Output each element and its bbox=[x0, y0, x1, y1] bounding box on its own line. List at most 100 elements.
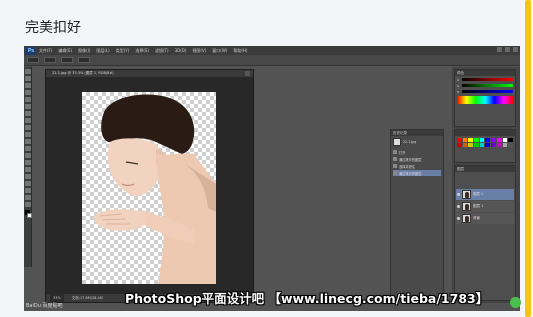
history-item-selected[interactable]: 通过拷贝的图层 bbox=[393, 170, 441, 176]
swatch-grid[interactable] bbox=[457, 138, 513, 147]
document-info: 文档:17.6M/28.4M bbox=[71, 296, 103, 300]
menu-item-type[interactable]: 类型(Y) bbox=[116, 48, 130, 54]
history-state-icon bbox=[393, 150, 397, 154]
color-panel: 颜色 R G B bbox=[454, 69, 516, 127]
menu-item-layer[interactable]: 图层(L) bbox=[96, 48, 109, 54]
photoshop-logo-icon: Ps bbox=[26, 46, 36, 55]
path-select-tool-icon[interactable] bbox=[25, 181, 31, 186]
background-color-swatch[interactable] bbox=[27, 213, 32, 218]
layer-thumbnail bbox=[462, 202, 471, 211]
eye-icon[interactable] bbox=[457, 217, 460, 220]
lasso-tool-icon[interactable] bbox=[25, 83, 31, 88]
snapshot-label: 22-1.jpg bbox=[403, 140, 417, 144]
channel-label: G bbox=[457, 83, 460, 88]
menu-item-edit[interactable]: 编辑(E) bbox=[58, 48, 72, 54]
layer-row[interactable]: 图层 1 bbox=[456, 201, 514, 212]
watermark-text: PhotoShop平面设计吧 【www.linecg.com/tieba/178… bbox=[125, 291, 489, 306]
minimize-icon[interactable] bbox=[497, 47, 502, 52]
blur-tool-icon[interactable] bbox=[25, 153, 31, 158]
blue-slider[interactable]: B bbox=[457, 89, 513, 94]
floating-action-button[interactable] bbox=[510, 297, 521, 308]
history-state-icon bbox=[393, 164, 397, 168]
menu-item-file[interactable]: 文件(F) bbox=[39, 48, 52, 54]
menu-item-3d[interactable]: 3D(D) bbox=[175, 48, 187, 53]
layer-name: 背景 bbox=[473, 216, 480, 220]
scrollbar-thumb[interactable] bbox=[525, 0, 531, 317]
right-panel-dock: 颜色 R G B 图层 图层 2 图层 1 背景 bbox=[452, 67, 520, 303]
history-item-label: 选择并遮住 bbox=[399, 164, 415, 169]
channel-label: B bbox=[457, 89, 460, 94]
red-slider[interactable]: R bbox=[457, 77, 513, 82]
menu-item-select[interactable]: 选择(S) bbox=[135, 48, 149, 54]
history-panel-title: 历史记录 bbox=[391, 130, 443, 136]
window-controls bbox=[497, 47, 518, 52]
history-item-label: 通过拷贝的图层 bbox=[399, 157, 422, 162]
gradient-tool-icon[interactable] bbox=[25, 146, 31, 151]
snapshot-thumbnail bbox=[393, 138, 401, 146]
option-field[interactable] bbox=[44, 57, 56, 63]
menu-item-window[interactable]: 窗口(W) bbox=[212, 48, 227, 54]
history-item-label: 通过拷贝的图层 bbox=[399, 171, 422, 176]
close-icon[interactable] bbox=[513, 47, 518, 52]
pen-tool-icon[interactable] bbox=[25, 167, 31, 172]
menu-item-image[interactable]: 图像(I) bbox=[78, 48, 90, 54]
dodge-tool-icon[interactable] bbox=[25, 160, 31, 165]
quick-select-tool-icon[interactable] bbox=[25, 90, 31, 95]
image-canvas[interactable] bbox=[82, 92, 216, 284]
history-brush-tool-icon[interactable] bbox=[25, 132, 31, 137]
crop-tool-icon[interactable] bbox=[25, 97, 31, 102]
move-tool-icon[interactable] bbox=[25, 69, 31, 74]
history-state-icon bbox=[393, 157, 397, 161]
menu-item-filter[interactable]: 滤镜(T) bbox=[155, 48, 169, 54]
swatches-panel bbox=[454, 129, 516, 163]
blue-slider-bar[interactable] bbox=[462, 90, 513, 93]
history-state-icon bbox=[393, 171, 397, 175]
layers-panel: 图层 图层 2 图层 1 背景 bbox=[454, 165, 516, 301]
history-snapshot[interactable]: 22-1.jpg bbox=[393, 138, 441, 146]
swatches-panel-header bbox=[455, 130, 515, 136]
options-bar bbox=[24, 55, 520, 66]
marquee-tool-icon[interactable] bbox=[25, 76, 31, 81]
layers-options-area bbox=[455, 172, 515, 188]
option-field[interactable] bbox=[61, 57, 73, 63]
article-caption: 完美扣好 bbox=[25, 20, 81, 36]
red-slider-bar[interactable] bbox=[462, 78, 513, 81]
face-shape bbox=[107, 138, 163, 196]
layer-row[interactable]: 背景 bbox=[456, 213, 514, 224]
eraser-tool-icon[interactable] bbox=[25, 139, 31, 144]
maximize-icon[interactable] bbox=[505, 47, 510, 52]
layer-name: 图层 2 bbox=[473, 192, 484, 196]
green-slider[interactable]: G bbox=[457, 83, 513, 88]
tool-preset-picker[interactable] bbox=[27, 57, 39, 63]
history-item[interactable]: 选择并遮住 bbox=[393, 163, 441, 169]
close-icon[interactable] bbox=[245, 71, 250, 76]
shape-tool-icon[interactable] bbox=[25, 188, 31, 193]
brush-tool-icon[interactable] bbox=[25, 118, 31, 123]
zoom-level[interactable]: 33% bbox=[50, 294, 64, 302]
document-tab[interactable]: 22-1.jpg @ 33.3% (图层 1, RGB/8#) bbox=[46, 70, 253, 77]
tools-panel bbox=[24, 67, 32, 267]
photoshop-screenshot: Ps 文件(F) 编辑(E) 图像(I) 图层(L) 类型(Y) 选择(S) 滤… bbox=[24, 46, 520, 311]
layer-name: 图层 1 bbox=[473, 204, 484, 208]
color-spectrum[interactable] bbox=[457, 96, 513, 104]
eye-icon[interactable] bbox=[457, 205, 460, 208]
zoom-tool-icon[interactable] bbox=[25, 202, 31, 207]
hand-tool-icon[interactable] bbox=[25, 195, 31, 200]
history-item[interactable]: 打开 bbox=[393, 149, 441, 155]
option-field[interactable] bbox=[78, 57, 90, 63]
menu-item-help[interactable]: 帮助(H) bbox=[233, 48, 247, 54]
eyedropper-tool-icon[interactable] bbox=[25, 104, 31, 109]
history-item[interactable]: 通过拷贝的图层 bbox=[393, 156, 441, 162]
document-window: 22-1.jpg @ 33.3% (图层 1, RGB/8#) 33% 文档:1… bbox=[45, 69, 254, 303]
eye-icon[interactable] bbox=[457, 193, 460, 196]
layer-row[interactable]: 图层 2 bbox=[456, 189, 514, 200]
color-panel-title: 颜色 bbox=[455, 70, 515, 76]
stamp-tool-icon[interactable] bbox=[25, 125, 31, 130]
layer-thumbnail bbox=[462, 190, 471, 199]
type-tool-icon[interactable] bbox=[25, 174, 31, 179]
menu-item-view[interactable]: 视图(V) bbox=[192, 48, 206, 54]
green-slider-bar[interactable] bbox=[462, 84, 513, 87]
healing-tool-icon[interactable] bbox=[25, 111, 31, 116]
history-item-label: 打开 bbox=[399, 150, 406, 155]
layer-thumbnail bbox=[462, 214, 471, 223]
